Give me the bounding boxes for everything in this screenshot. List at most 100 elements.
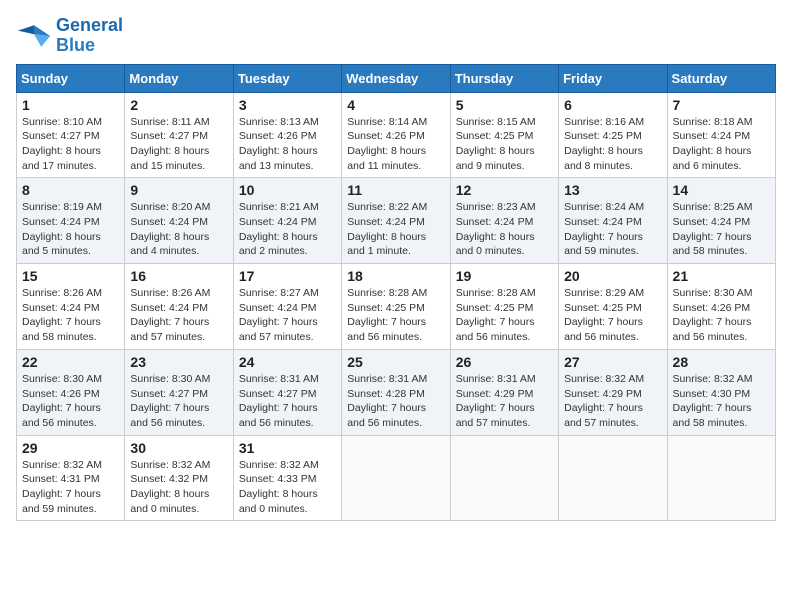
day-info: Sunrise: 8:13 AM Sunset: 4:26 PM Dayligh… <box>239 115 336 174</box>
day-number: 15 <box>22 268 119 284</box>
day-info: Sunrise: 8:10 AM Sunset: 4:27 PM Dayligh… <box>22 115 119 174</box>
calendar-table: SundayMondayTuesdayWednesdayThursdayFrid… <box>16 64 776 522</box>
weekday-header-monday: Monday <box>125 64 233 92</box>
day-info: Sunrise: 8:24 AM Sunset: 4:24 PM Dayligh… <box>564 200 661 259</box>
day-number: 17 <box>239 268 336 284</box>
day-info: Sunrise: 8:22 AM Sunset: 4:24 PM Dayligh… <box>347 200 444 259</box>
day-info: Sunrise: 8:32 AM Sunset: 4:31 PM Dayligh… <box>22 458 119 517</box>
day-info: Sunrise: 8:31 AM Sunset: 4:29 PM Dayligh… <box>456 372 553 431</box>
calendar-week-2: 8 Sunrise: 8:19 AM Sunset: 4:24 PM Dayli… <box>17 178 776 264</box>
calendar-cell: 27 Sunrise: 8:32 AM Sunset: 4:29 PM Dayl… <box>559 349 667 435</box>
calendar-cell: 9 Sunrise: 8:20 AM Sunset: 4:24 PM Dayli… <box>125 178 233 264</box>
logo-text: General Blue <box>56 16 123 56</box>
weekday-header-saturday: Saturday <box>667 64 775 92</box>
weekday-header-thursday: Thursday <box>450 64 558 92</box>
day-number: 28 <box>673 354 770 370</box>
calendar-cell: 8 Sunrise: 8:19 AM Sunset: 4:24 PM Dayli… <box>17 178 125 264</box>
weekday-header-friday: Friday <box>559 64 667 92</box>
calendar-week-5: 29 Sunrise: 8:32 AM Sunset: 4:31 PM Dayl… <box>17 435 776 521</box>
day-number: 3 <box>239 97 336 113</box>
day-number: 29 <box>22 440 119 456</box>
calendar-cell: 4 Sunrise: 8:14 AM Sunset: 4:26 PM Dayli… <box>342 92 450 178</box>
calendar-cell: 24 Sunrise: 8:31 AM Sunset: 4:27 PM Dayl… <box>233 349 341 435</box>
calendar-cell <box>342 435 450 521</box>
day-number: 13 <box>564 182 661 198</box>
day-info: Sunrise: 8:14 AM Sunset: 4:26 PM Dayligh… <box>347 115 444 174</box>
day-number: 1 <box>22 97 119 113</box>
weekday-header-wednesday: Wednesday <box>342 64 450 92</box>
day-number: 16 <box>130 268 227 284</box>
calendar-week-4: 22 Sunrise: 8:30 AM Sunset: 4:26 PM Dayl… <box>17 349 776 435</box>
calendar-cell: 25 Sunrise: 8:31 AM Sunset: 4:28 PM Dayl… <box>342 349 450 435</box>
day-info: Sunrise: 8:20 AM Sunset: 4:24 PM Dayligh… <box>130 200 227 259</box>
day-number: 11 <box>347 182 444 198</box>
day-info: Sunrise: 8:30 AM Sunset: 4:26 PM Dayligh… <box>22 372 119 431</box>
day-number: 30 <box>130 440 227 456</box>
day-number: 8 <box>22 182 119 198</box>
calendar-cell <box>667 435 775 521</box>
logo-general: General <box>56 15 123 35</box>
day-info: Sunrise: 8:28 AM Sunset: 4:25 PM Dayligh… <box>456 286 553 345</box>
calendar-cell: 18 Sunrise: 8:28 AM Sunset: 4:25 PM Dayl… <box>342 264 450 350</box>
weekday-header-sunday: Sunday <box>17 64 125 92</box>
day-number: 12 <box>456 182 553 198</box>
calendar-cell: 7 Sunrise: 8:18 AM Sunset: 4:24 PM Dayli… <box>667 92 775 178</box>
calendar-cell: 12 Sunrise: 8:23 AM Sunset: 4:24 PM Dayl… <box>450 178 558 264</box>
calendar-cell: 28 Sunrise: 8:32 AM Sunset: 4:30 PM Dayl… <box>667 349 775 435</box>
calendar-cell: 1 Sunrise: 8:10 AM Sunset: 4:27 PM Dayli… <box>17 92 125 178</box>
day-number: 25 <box>347 354 444 370</box>
day-info: Sunrise: 8:32 AM Sunset: 4:30 PM Dayligh… <box>673 372 770 431</box>
day-info: Sunrise: 8:26 AM Sunset: 4:24 PM Dayligh… <box>130 286 227 345</box>
day-info: Sunrise: 8:16 AM Sunset: 4:25 PM Dayligh… <box>564 115 661 174</box>
day-info: Sunrise: 8:29 AM Sunset: 4:25 PM Dayligh… <box>564 286 661 345</box>
day-number: 5 <box>456 97 553 113</box>
calendar-week-3: 15 Sunrise: 8:26 AM Sunset: 4:24 PM Dayl… <box>17 264 776 350</box>
day-info: Sunrise: 8:30 AM Sunset: 4:27 PM Dayligh… <box>130 372 227 431</box>
day-number: 24 <box>239 354 336 370</box>
day-info: Sunrise: 8:25 AM Sunset: 4:24 PM Dayligh… <box>673 200 770 259</box>
day-info: Sunrise: 8:27 AM Sunset: 4:24 PM Dayligh… <box>239 286 336 345</box>
day-number: 22 <box>22 354 119 370</box>
calendar-cell: 30 Sunrise: 8:32 AM Sunset: 4:32 PM Dayl… <box>125 435 233 521</box>
calendar-cell: 16 Sunrise: 8:26 AM Sunset: 4:24 PM Dayl… <box>125 264 233 350</box>
day-number: 23 <box>130 354 227 370</box>
calendar-cell <box>559 435 667 521</box>
day-info: Sunrise: 8:32 AM Sunset: 4:32 PM Dayligh… <box>130 458 227 517</box>
calendar-cell: 2 Sunrise: 8:11 AM Sunset: 4:27 PM Dayli… <box>125 92 233 178</box>
day-info: Sunrise: 8:18 AM Sunset: 4:24 PM Dayligh… <box>673 115 770 174</box>
day-number: 14 <box>673 182 770 198</box>
day-info: Sunrise: 8:32 AM Sunset: 4:29 PM Dayligh… <box>564 372 661 431</box>
day-number: 19 <box>456 268 553 284</box>
calendar-cell <box>450 435 558 521</box>
weekday-header-tuesday: Tuesday <box>233 64 341 92</box>
calendar-cell: 23 Sunrise: 8:30 AM Sunset: 4:27 PM Dayl… <box>125 349 233 435</box>
day-number: 7 <box>673 97 770 113</box>
logo: General Blue <box>16 16 123 56</box>
day-number: 31 <box>239 440 336 456</box>
day-info: Sunrise: 8:23 AM Sunset: 4:24 PM Dayligh… <box>456 200 553 259</box>
page-header: General Blue <box>16 16 776 56</box>
day-info: Sunrise: 8:28 AM Sunset: 4:25 PM Dayligh… <box>347 286 444 345</box>
day-info: Sunrise: 8:26 AM Sunset: 4:24 PM Dayligh… <box>22 286 119 345</box>
day-number: 27 <box>564 354 661 370</box>
calendar-cell: 3 Sunrise: 8:13 AM Sunset: 4:26 PM Dayli… <box>233 92 341 178</box>
logo-blue: Blue <box>56 35 95 55</box>
day-info: Sunrise: 8:31 AM Sunset: 4:27 PM Dayligh… <box>239 372 336 431</box>
calendar-cell: 31 Sunrise: 8:32 AM Sunset: 4:33 PM Dayl… <box>233 435 341 521</box>
calendar-cell: 11 Sunrise: 8:22 AM Sunset: 4:24 PM Dayl… <box>342 178 450 264</box>
day-info: Sunrise: 8:15 AM Sunset: 4:25 PM Dayligh… <box>456 115 553 174</box>
day-info: Sunrise: 8:32 AM Sunset: 4:33 PM Dayligh… <box>239 458 336 517</box>
calendar-cell: 13 Sunrise: 8:24 AM Sunset: 4:24 PM Dayl… <box>559 178 667 264</box>
day-info: Sunrise: 8:31 AM Sunset: 4:28 PM Dayligh… <box>347 372 444 431</box>
calendar-cell: 17 Sunrise: 8:27 AM Sunset: 4:24 PM Dayl… <box>233 264 341 350</box>
calendar-cell: 29 Sunrise: 8:32 AM Sunset: 4:31 PM Dayl… <box>17 435 125 521</box>
calendar-cell: 19 Sunrise: 8:28 AM Sunset: 4:25 PM Dayl… <box>450 264 558 350</box>
calendar-week-1: 1 Sunrise: 8:10 AM Sunset: 4:27 PM Dayli… <box>17 92 776 178</box>
day-info: Sunrise: 8:30 AM Sunset: 4:26 PM Dayligh… <box>673 286 770 345</box>
day-number: 20 <box>564 268 661 284</box>
day-number: 18 <box>347 268 444 284</box>
calendar-cell: 21 Sunrise: 8:30 AM Sunset: 4:26 PM Dayl… <box>667 264 775 350</box>
calendar-cell: 6 Sunrise: 8:16 AM Sunset: 4:25 PM Dayli… <box>559 92 667 178</box>
logo-icon <box>16 18 52 54</box>
day-number: 21 <box>673 268 770 284</box>
